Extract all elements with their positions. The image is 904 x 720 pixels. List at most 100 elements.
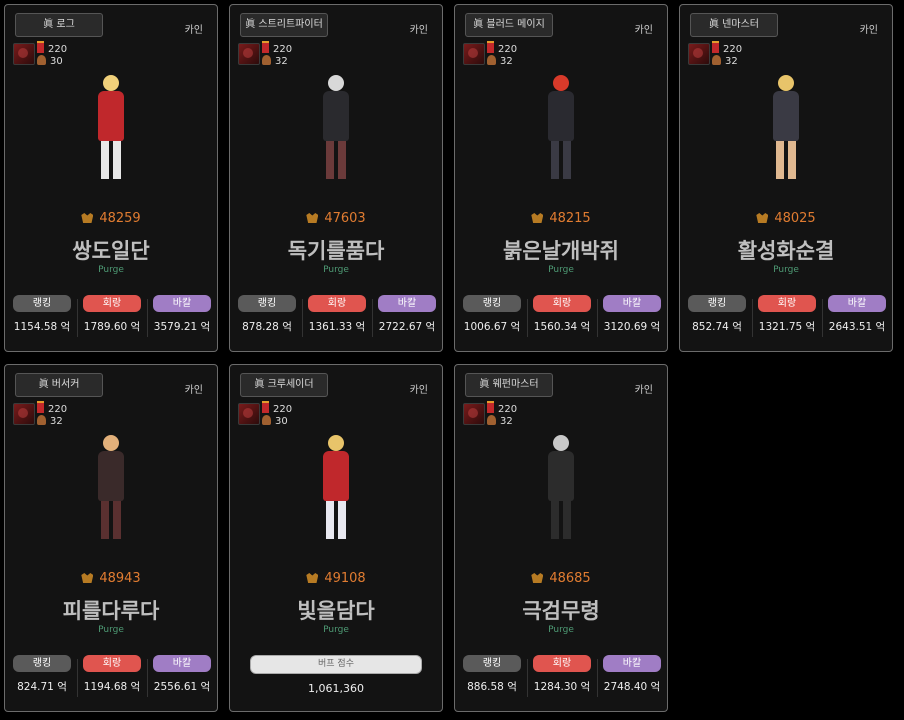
class-tag: 眞 로그 [15, 13, 103, 37]
crest-icon [306, 573, 319, 583]
stat-block: 랭킹 1006.67 억 [461, 295, 523, 334]
flag-icon [37, 41, 44, 53]
buff-score-button[interactable]: 버프 점수 [250, 655, 422, 674]
level-icons: 220 30 [238, 401, 298, 431]
stat-button[interactable]: 랭킹 [688, 295, 746, 312]
fame-row: 32 [262, 55, 288, 67]
character-card[interactable]: 眞 웨펀마스터 카인 220 32 48685 극검무령 Purge 랭킹 88… [454, 364, 668, 712]
fame-level-value: 32 [500, 416, 513, 427]
divider [147, 659, 148, 697]
stat-block: 랭킹 824.71 억 [11, 655, 73, 694]
stat-value: 1321.75 억 [758, 321, 816, 333]
stat-value: 2643.51 억 [828, 321, 886, 333]
server-label: 카인 [184, 25, 203, 36]
stat-button[interactable]: 회랑 [533, 655, 591, 672]
stat-block: 바칼 3579.21 억 [151, 295, 213, 334]
mini-avatar-icon [487, 415, 496, 425]
stat-block: 회랑 1560.34 억 [531, 295, 593, 334]
emblem-icon [238, 403, 260, 425]
stat-value: 2722.67 억 [378, 321, 436, 333]
fame-row: 32 [487, 415, 513, 427]
stat-block: 바칼 3120.69 억 [601, 295, 663, 334]
level-row: 220 [262, 401, 292, 415]
flag-icon [487, 401, 494, 413]
character-name: 쌍도일단 [72, 239, 150, 263]
character-name: 붉은날개박쥐 [503, 239, 619, 263]
emblem-icon [688, 43, 710, 65]
character-avatar [526, 65, 596, 195]
mini-avatar-icon [37, 55, 46, 65]
stat-button[interactable]: 회랑 [533, 295, 591, 312]
guild-name: Purge [323, 625, 349, 635]
stat-button[interactable]: 바칼 [378, 295, 436, 312]
damage-stats: 랭킹 824.71 억 회랑 1194.68 억 바칼 2556.61 억 [11, 655, 211, 703]
level-row: 220 [262, 41, 292, 55]
divider [597, 299, 598, 337]
fame-row: 30 [262, 415, 288, 427]
stat-button[interactable]: 랭킹 [13, 295, 71, 312]
adventure-score: 48685 [455, 571, 667, 586]
stat-button[interactable]: 회랑 [758, 295, 816, 312]
class-tag: 眞 크루세이더 [240, 373, 328, 397]
server-label: 카인 [409, 385, 428, 396]
divider [302, 299, 303, 337]
stat-value: 1154.58 억 [13, 321, 71, 333]
stat-button[interactable]: 바칼 [153, 655, 211, 672]
score-value: 48685 [549, 571, 591, 586]
fame-level-value: 30 [275, 416, 288, 427]
character-card[interactable]: 眞 넨마스터 카인 220 32 48025 활성화순결 Purge 랭킹 85… [679, 4, 893, 352]
character-card[interactable]: 眞 크루세이더 카인 220 30 49108 빛을담다 Purge 버프 점수 … [229, 364, 443, 712]
character-card[interactable]: 眞 블러드 메이지 카인 220 32 48215 붉은날개박쥐 Purge 랭… [454, 4, 668, 352]
crest-icon [81, 573, 94, 583]
stat-block: 회랑 1361.33 억 [306, 295, 368, 334]
stat-value: 1361.33 억 [308, 321, 366, 333]
level-icons: 220 32 [238, 41, 298, 71]
guild-name: Purge [773, 265, 799, 275]
character-card[interactable]: 眞 로그 카인 220 30 48259 쌍도일단 Purge 랭킹 1154.… [4, 4, 218, 352]
stat-value: 1560.34 억 [533, 321, 591, 333]
adventure-score: 48943 [5, 571, 217, 586]
crest-icon [81, 213, 94, 223]
class-tag: 眞 스트리트파이터 [240, 13, 328, 37]
score-value: 49108 [324, 571, 366, 586]
stat-button[interactable]: 바칼 [153, 295, 211, 312]
stat-button[interactable]: 바칼 [603, 295, 661, 312]
level-icons: 220 30 [13, 41, 73, 71]
stat-value: 878.28 억 [242, 321, 292, 333]
divider [77, 659, 78, 697]
stat-block: 랭킹 886.58 억 [461, 655, 523, 694]
level-value: 220 [273, 44, 293, 55]
stat-button[interactable]: 랭킹 [238, 295, 296, 312]
character-avatar [76, 65, 146, 195]
character-card[interactable]: 眞 스트리트파이터 카인 220 32 47603 독기를품다 Purge 랭킹… [229, 4, 443, 352]
stat-button[interactable]: 랭킹 [13, 655, 71, 672]
level-value: 220 [48, 44, 68, 55]
stat-button[interactable]: 랭킹 [463, 295, 521, 312]
class-tag: 眞 버서커 [15, 373, 103, 397]
stat-block: 바칼 2556.61 억 [151, 655, 213, 694]
stat-block: 회랑 1284.30 억 [531, 655, 593, 694]
stat-button[interactable]: 회랑 [308, 295, 366, 312]
server-label: 카인 [859, 25, 878, 36]
score-value: 48259 [99, 211, 141, 226]
flag-icon [712, 41, 719, 53]
character-avatar [301, 425, 371, 555]
stat-block: 회랑 1789.60 억 [81, 295, 143, 334]
adventure-score: 48215 [455, 211, 667, 226]
stat-button[interactable]: 바칼 [603, 655, 661, 672]
character-grid: 眞 로그 카인 220 30 48259 쌍도일단 Purge 랭킹 1154.… [0, 0, 904, 720]
mini-avatar-icon [262, 415, 271, 425]
stat-button[interactable]: 랭킹 [463, 655, 521, 672]
stat-button[interactable]: 회랑 [83, 295, 141, 312]
character-card[interactable]: 眞 버서커 카인 220 32 48943 피를다루다 Purge 랭킹 824… [4, 364, 218, 712]
level-value: 220 [48, 404, 68, 415]
divider [527, 299, 528, 337]
fame-level-value: 32 [275, 56, 288, 67]
character-name: 활성화순결 [737, 239, 835, 263]
score-value: 48215 [549, 211, 591, 226]
stat-button[interactable]: 회랑 [83, 655, 141, 672]
guild-name: Purge [98, 265, 124, 275]
guild-name: Purge [98, 625, 124, 635]
fame-row: 30 [37, 55, 63, 67]
stat-button[interactable]: 바칼 [828, 295, 886, 312]
